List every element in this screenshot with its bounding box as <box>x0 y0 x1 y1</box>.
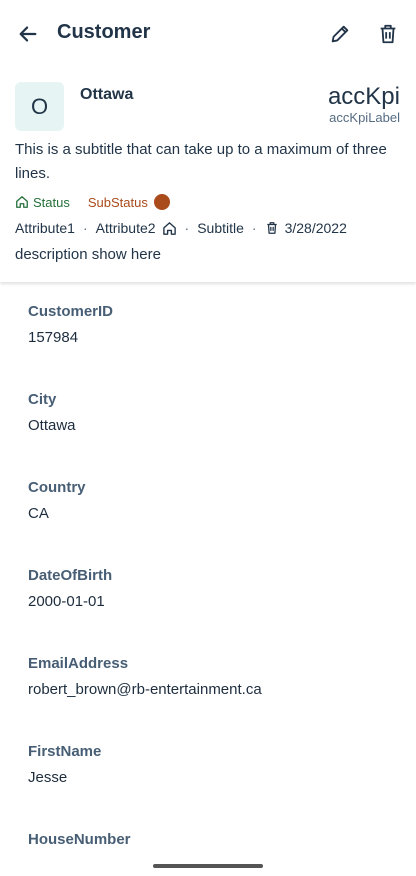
trash-icon <box>380 24 396 44</box>
home-indicator[interactable] <box>153 864 263 868</box>
field-value: 157984 <box>28 329 79 346</box>
attribute2: Attribute2 <box>95 220 156 236</box>
field-dateofbirth: DateOfBirth 2000-01-01 <box>28 564 398 652</box>
field-label: HouseNumber <box>28 831 131 848</box>
field-label: Country <box>28 479 86 496</box>
attribute-row: Attribute1 · Attribute2 · Subtitle · 3/2… <box>15 218 347 238</box>
page-title: Customer <box>57 21 151 43</box>
pencil-icon <box>331 25 349 43</box>
field-value: 2000-01-01 <box>28 593 105 610</box>
substatus: SubStatus <box>88 194 170 210</box>
field-country: Country CA <box>28 476 398 564</box>
separator: · <box>184 220 190 236</box>
attribute1: Attribute1 <box>15 220 75 236</box>
field-label: DateOfBirth <box>28 567 113 584</box>
avatar: O <box>15 82 64 131</box>
kpi-value: accKpi <box>327 83 400 110</box>
app-bar: Customer <box>0 0 416 68</box>
attribute-date: 3/28/2022 <box>284 220 347 236</box>
attribute-subtitle: Subtitle <box>197 220 244 236</box>
home-icon <box>16 196 28 208</box>
field-value: CA <box>28 505 49 522</box>
field-label: City <box>28 391 57 408</box>
status-text: Status <box>33 194 70 210</box>
delete-button[interactable] <box>374 20 402 48</box>
field-label: EmailAddress <box>28 655 129 672</box>
substatus-dot-icon <box>153 194 170 210</box>
kpi-label: accKpiLabel <box>329 110 400 125</box>
separator: · <box>82 220 88 236</box>
arrow-left-icon <box>19 26 37 42</box>
field-value: Jesse <box>28 769 68 786</box>
home-icon <box>162 221 176 235</box>
back-button[interactable] <box>14 20 42 48</box>
object-header: O Ottawa accKpi accKpiLabel This is a su… <box>0 68 416 282</box>
object-subtitle: This is a subtitle that can take up to a… <box>15 141 387 182</box>
field-housenumber: HouseNumber <box>28 828 398 876</box>
field-value: robert_brown@rb-entertainment.ca <box>28 681 262 698</box>
field-label: CustomerID <box>28 303 114 320</box>
field-customerid: CustomerID 157984 <box>28 300 398 388</box>
status-row: Status SubStatus <box>15 192 170 212</box>
field-emailaddress: EmailAddress robert_brown@rb-entertainme… <box>28 652 398 740</box>
field-city: City Ottawa <box>28 388 398 476</box>
field-label: FirstName <box>28 743 102 760</box>
field-firstname: FirstName Jesse <box>28 740 398 828</box>
object-title: Ottawa <box>80 86 134 103</box>
field-value: Ottawa <box>28 417 76 434</box>
separator: · <box>251 220 257 236</box>
field-list: CustomerID 157984 City Ottawa Country CA… <box>28 300 398 876</box>
status: Status <box>15 195 70 210</box>
description: description show here <box>15 246 161 263</box>
trash-icon <box>266 222 277 234</box>
substatus-text: SubStatus <box>87 194 148 210</box>
edit-button[interactable] <box>326 20 354 48</box>
